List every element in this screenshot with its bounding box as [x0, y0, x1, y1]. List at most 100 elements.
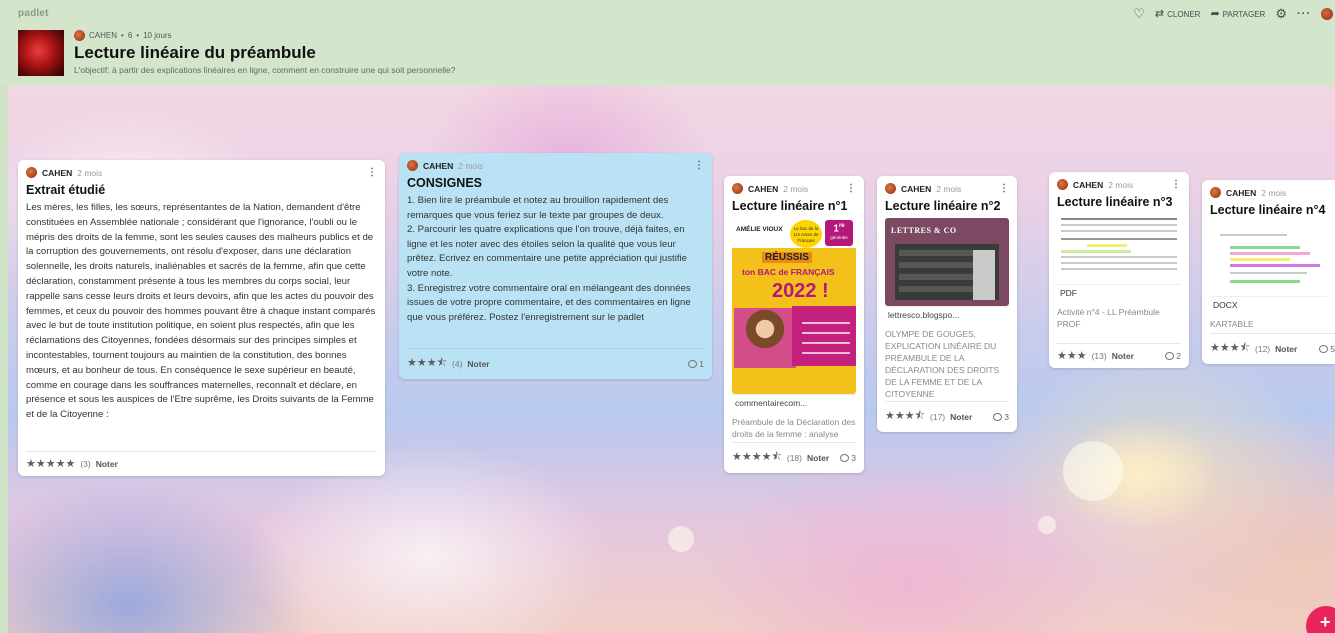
post-footer: ★★★⯪ (4) Noter 1 — [407, 348, 704, 373]
author-avatar — [885, 183, 896, 194]
light-flare — [1063, 441, 1123, 501]
cover-sticker: Le bac de la 1re Actes de Français — [790, 220, 822, 248]
author-avatar — [732, 183, 743, 194]
post-body: 1. Bien lire le préambule et notez au br… — [407, 195, 691, 323]
light-flare — [668, 526, 694, 552]
doc-highlight — [1230, 258, 1290, 261]
star-rating[interactable]: ★★★⯪ — [407, 354, 447, 373]
post-header: CAHEN 2 mois ⋮ — [724, 176, 864, 194]
star-rating[interactable]: ★★★★★ — [26, 457, 75, 470]
doc-line — [1061, 224, 1177, 226]
post-title: Lecture linéaire n°2 — [885, 199, 1001, 213]
board-author[interactable]: CAHEN — [89, 31, 117, 40]
star-rating[interactable]: ★★★⯪ — [1210, 339, 1250, 358]
post-description: Préambule de la Déclaration des droits d… — [732, 417, 856, 439]
comment-count[interactable]: 2 — [1165, 351, 1181, 361]
post-description: OLYMPE DE GOUGES, EXPLICATION LINÉAIRE D… — [885, 329, 1000, 399]
post-author: CAHEN — [748, 183, 779, 194]
share-button[interactable]: ➦ PARTAGER — [1210, 7, 1266, 20]
author-avatar — [407, 160, 418, 171]
share-label: PARTAGER — [1222, 9, 1266, 19]
more-icon[interactable]: ⋮ — [999, 183, 1009, 194]
comment-count[interactable]: 1 — [688, 359, 704, 369]
post-card-lecture-4[interactable]: CAHEN 2 mois Lecture linéaire n°4 DOCX K… — [1202, 180, 1335, 364]
comment-count[interactable]: 3 — [993, 412, 1009, 422]
doc-line — [1061, 262, 1177, 264]
author-avatar — [1210, 187, 1221, 198]
doc-line — [1230, 272, 1307, 274]
rating-count: (3) — [80, 458, 91, 469]
board-title: Lecture linéaire du préambule — [74, 43, 316, 62]
more-icon[interactable]: ⋮ — [367, 167, 377, 178]
cover-line — [802, 322, 850, 324]
post-time: 2 mois — [1108, 179, 1134, 190]
post-time: 2 mois — [458, 160, 484, 171]
post-card-lecture-3[interactable]: CAHEN 2 mois ⋮ Lecture linéaire n°3 PDF … — [1049, 172, 1189, 368]
rate-button[interactable]: Noter — [950, 412, 972, 422]
comment-count[interactable]: 5 — [1319, 344, 1335, 354]
badge-small: générale — [830, 235, 848, 241]
more-icon[interactable]: ··· — [1297, 8, 1311, 20]
post-title: Lecture linéaire n°4 — [1210, 203, 1326, 217]
share-icon: ➦ — [1210, 7, 1220, 20]
post-footer: ★★★⯪ (17) Noter 3 — [885, 401, 1009, 426]
post-description: Activité n°4 - LL Préambule PROF — [1057, 307, 1160, 329]
link-domain[interactable]: commentairecom... — [732, 394, 856, 411]
rate-button[interactable]: Noter — [96, 459, 118, 469]
file-preview-image[interactable] — [1057, 214, 1181, 284]
post-header: CAHEN 2 mois ⋮ — [18, 160, 385, 178]
rating-count: (4) — [452, 358, 463, 369]
comment-bubble-icon — [1319, 344, 1329, 353]
post-card-extrait[interactable]: CAHEN 2 mois ⋮ Extrait étudié Les mères,… — [18, 160, 385, 476]
rate-button[interactable]: Noter — [467, 359, 489, 369]
comment-count[interactable]: 3 — [840, 453, 856, 463]
heart-icon[interactable]: ♡ — [1133, 6, 1145, 22]
rate-button[interactable]: Noter — [1275, 344, 1297, 354]
gear-icon[interactable]: ⚙ — [1275, 6, 1287, 22]
header-actions: ♡ ⇄ CLONER ➦ PARTAGER ⚙ ··· — [1133, 6, 1335, 22]
board-thumbnail — [18, 30, 64, 76]
author-avatar — [26, 167, 37, 178]
rating-count: (17) — [930, 411, 946, 422]
site-heading: LETTRES & CO — [891, 226, 957, 235]
padlet-logo[interactable]: padlet — [18, 8, 49, 19]
file-preview-image[interactable] — [1210, 222, 1327, 296]
link-domain[interactable]: lettresco.blogspo... — [885, 306, 1009, 323]
post-card-lecture-2[interactable]: CAHEN 2 mois ⋮ Lecture linéaire n°2 LETT… — [877, 176, 1017, 432]
board-age: 10 jours — [143, 31, 172, 40]
rating-count: (13) — [1091, 350, 1107, 361]
user-avatar[interactable] — [1321, 8, 1333, 20]
comment-count-value: 1 — [699, 358, 704, 369]
post-card-consignes[interactable]: CAHEN 2 mois ⋮ CONSIGNES 1. Bien lire le… — [399, 153, 712, 379]
more-icon[interactable]: ⋮ — [1171, 179, 1181, 190]
clone-button[interactable]: ⇄ CLONER — [1155, 8, 1201, 20]
cover-photo — [734, 308, 796, 368]
post-title: Extrait étudié — [26, 183, 106, 197]
post-author: CAHEN — [1226, 187, 1257, 198]
more-icon[interactable]: ⋮ — [694, 160, 704, 171]
cover-line — [802, 352, 850, 354]
cover-line — [802, 332, 850, 334]
board-likes: 6 — [127, 31, 133, 40]
post-title: Lecture linéaire n°3 — [1057, 195, 1173, 209]
rating-count: (18) — [786, 452, 802, 463]
star-rating[interactable]: ★★★⯪ — [885, 407, 925, 426]
comment-count-value: 3 — [1004, 411, 1009, 422]
post-card-lecture-1[interactable]: CAHEN 2 mois ⋮ Lecture linéaire n°1 AMÉL… — [724, 176, 864, 473]
post-author: CAHEN — [901, 183, 932, 194]
post-title: CONSIGNES — [407, 176, 483, 190]
rate-button[interactable]: Noter — [807, 453, 829, 463]
star-rating[interactable]: ★★★ — [1057, 349, 1087, 362]
cover-bac: ton BAC de FRANÇAIS — [742, 267, 835, 277]
dot-separator: • — [136, 31, 140, 40]
file-type: PDF — [1057, 284, 1181, 301]
post-author: CAHEN — [423, 160, 454, 171]
plus-icon: + — [1320, 612, 1331, 632]
link-preview-image[interactable]: AMÉLIE VIOUX Le bac de la 1re Actes de F… — [732, 218, 856, 394]
doc-line — [1061, 238, 1177, 240]
more-icon[interactable]: ⋮ — [846, 183, 856, 194]
rate-button[interactable]: Noter — [1112, 351, 1134, 361]
link-preview-image[interactable]: LETTRES & CO — [885, 218, 1009, 306]
badge-sup: re — [838, 223, 845, 229]
star-rating[interactable]: ★★★★⯪ — [732, 448, 782, 467]
